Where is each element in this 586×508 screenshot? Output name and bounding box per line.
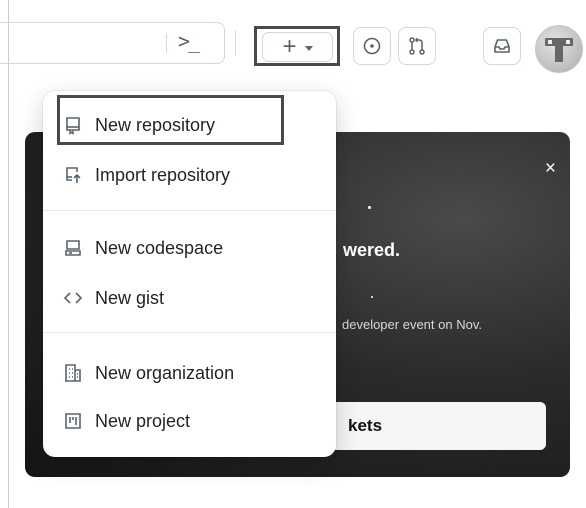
menu-item-label: New project (95, 410, 191, 431)
repo-icon (66, 117, 80, 135)
menu-item-label: New repository (95, 114, 216, 135)
create-button-highlight: + (254, 26, 340, 66)
code-icon (63, 292, 83, 304)
menu-item-new-gist[interactable]: New gist (63, 278, 164, 318)
banner-close-button[interactable]: × (545, 158, 556, 180)
user-avatar[interactable] (535, 25, 583, 73)
git-pull-request-icon (409, 37, 425, 55)
search-input[interactable]: >_ (0, 22, 225, 64)
inbox-button[interactable] (483, 27, 521, 65)
create-new-button[interactable]: + (262, 32, 333, 62)
command-palette-icon[interactable]: >_ (178, 29, 200, 53)
menu-item-label: New organization (95, 362, 235, 383)
top-navigation-bar: >_ + (0, 0, 586, 90)
repo-push-icon (66, 167, 81, 183)
banner-tickets-label: kets (348, 416, 383, 435)
menu-item-label: New gist (95, 287, 165, 308)
codespaces-icon (65, 240, 81, 256)
menu-item-label: Import repository (95, 164, 231, 185)
issues-button[interactable] (353, 27, 391, 65)
menu-item-new-project[interactable]: New project (63, 401, 190, 441)
banner-tickets-button[interactable]: kets (320, 402, 546, 450)
pull-requests-button[interactable] (398, 27, 436, 65)
banner-sparkle (368, 206, 371, 209)
header-separator (235, 30, 236, 56)
menu-divider (43, 332, 336, 333)
menu-divider (43, 210, 336, 211)
triangle-down-icon (304, 45, 313, 51)
search-divider (166, 33, 167, 53)
create-new-dropdown-menu: New repository Import repository New cod… (43, 91, 336, 457)
window-left-edge (8, 0, 9, 508)
menu-item-new-organization[interactable]: New organization (63, 353, 234, 393)
inbox-icon (494, 39, 510, 53)
menu-item-new-repository[interactable]: New repository (63, 105, 215, 145)
organization-icon (65, 364, 81, 382)
banner-headline: wered. (343, 240, 401, 260)
project-icon (65, 413, 81, 429)
avatar-icon (545, 38, 573, 62)
menu-item-import-repository[interactable]: Import repository (63, 155, 230, 195)
menu-item-new-codespace[interactable]: New codespace (63, 228, 223, 268)
banner-subtext: developer event on Nov. (342, 317, 482, 332)
plus-icon: + (282, 33, 297, 60)
banner-sparkle (371, 296, 373, 298)
issue-opened-icon (363, 37, 381, 55)
menu-item-label: New codespace (95, 237, 224, 258)
